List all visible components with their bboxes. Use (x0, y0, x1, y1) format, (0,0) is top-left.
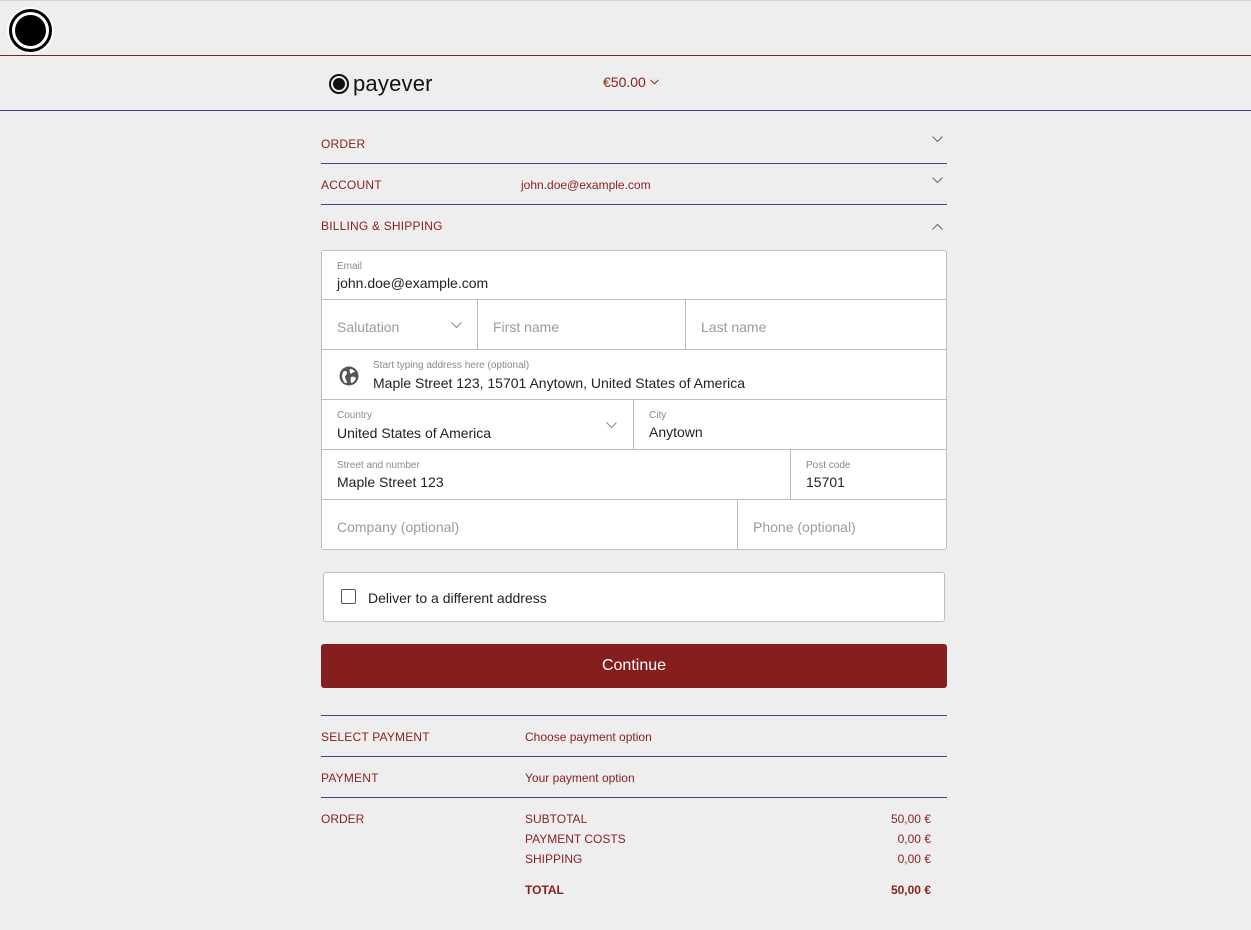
order-summary-label: ORDER (321, 812, 365, 826)
section-order-label: ORDER (321, 137, 366, 151)
cart-amount: €50.00 (603, 74, 646, 90)
brand-logo: payever (329, 71, 433, 96)
payment-label: PAYMENT (321, 771, 379, 785)
first-name-placeholder: First name (493, 319, 560, 335)
total-label: TOTAL (525, 883, 564, 897)
postcode-value: 15701 (806, 474, 845, 490)
checkout-header: payever €50.00 (0, 56, 1251, 111)
street-value: Maple Street 123 (337, 474, 444, 490)
section-billing-label: BILLING & SHIPPING (321, 219, 443, 233)
brand-name: payever (353, 71, 433, 96)
country-value: United States of America (337, 425, 492, 441)
email-field[interactable]: Email john.doe@example.com (322, 251, 946, 300)
section-order[interactable]: ORDER (321, 122, 947, 163)
first-name-field[interactable]: First name (478, 300, 686, 350)
deliver-different-checkbox[interactable] (341, 589, 356, 604)
email-value: john.doe@example.com (337, 275, 489, 291)
chevron-down-icon (932, 136, 943, 143)
address-search-value: Maple Street 123, 15701 Anytown, United … (373, 375, 745, 391)
continue-button[interactable]: Continue (321, 644, 947, 688)
deliver-different-address[interactable]: Deliver to a different address (323, 572, 945, 622)
country-label: Country (337, 410, 373, 421)
chevron-down-icon (606, 422, 617, 429)
subtotal-label: SUBTOTAL (525, 812, 588, 826)
section-account[interactable]: ACCOUNT john.doe@example.com (321, 163, 947, 204)
salutation-select[interactable]: Salutation (322, 300, 478, 350)
company-placeholder: Company (optional) (337, 519, 460, 535)
account-email: john.doe@example.com (521, 178, 651, 192)
deliver-different-label: Deliver to a different address (368, 590, 547, 606)
phone-placeholder: Phone (optional) (753, 519, 856, 535)
salutation-placeholder: Salutation (337, 319, 400, 335)
section-account-label: ACCOUNT (321, 178, 382, 192)
top-bar (0, 0, 1251, 56)
section-payment[interactable]: PAYMENT Your payment option (321, 756, 947, 797)
payever-logo-icon (329, 74, 349, 94)
divider (321, 797, 947, 798)
billing-form: Email john.doe@example.com Salutation Fi… (321, 250, 947, 550)
section-select-payment[interactable]: SELECT PAYMENT Choose payment option (321, 715, 947, 756)
cart-amount-toggle[interactable]: €50.00 (603, 74, 659, 90)
globe-icon (339, 366, 359, 386)
chevron-down-icon (649, 79, 659, 85)
payment-costs-value: 0,00 € (897, 832, 931, 846)
city-field[interactable]: City Anytown (634, 400, 946, 450)
shipping-label: SHIPPING (525, 852, 583, 866)
select-payment-value: Choose payment option (525, 730, 652, 744)
city-value: Anytown (649, 424, 703, 440)
street-field[interactable]: Street and number Maple Street 123 (322, 450, 791, 500)
select-payment-label: SELECT PAYMENT (321, 730, 430, 744)
chevron-down-icon (932, 177, 943, 184)
payment-costs-label: PAYMENT COSTS (525, 832, 626, 846)
payment-value: Your payment option (525, 771, 635, 785)
postcode-label: Post code (806, 460, 851, 471)
last-name-placeholder: Last name (701, 319, 767, 335)
country-select[interactable]: Country United States of America (322, 400, 634, 450)
company-field[interactable]: Company (optional) (322, 500, 738, 549)
address-search-label: Start typing address here (optional) (373, 360, 530, 371)
email-label: Email (337, 261, 363, 272)
address-search-field[interactable]: Start typing address here (optional) Map… (322, 350, 946, 400)
total-value: 50,00 € (890, 883, 931, 897)
chevron-down-icon (451, 322, 462, 329)
subtotal-value: 50,00 € (890, 812, 931, 826)
city-label: City (649, 410, 667, 421)
chevron-up-icon (932, 223, 943, 230)
last-name-field[interactable]: Last name (686, 300, 946, 350)
app-logo-icon[interactable] (7, 7, 54, 54)
phone-field[interactable]: Phone (optional) (738, 500, 946, 549)
street-label: Street and number (337, 460, 420, 471)
shipping-value: 0,00 € (897, 852, 931, 866)
section-billing-shipping[interactable]: BILLING & SHIPPING (321, 204, 947, 245)
postcode-field[interactable]: Post code 15701 (791, 450, 946, 500)
